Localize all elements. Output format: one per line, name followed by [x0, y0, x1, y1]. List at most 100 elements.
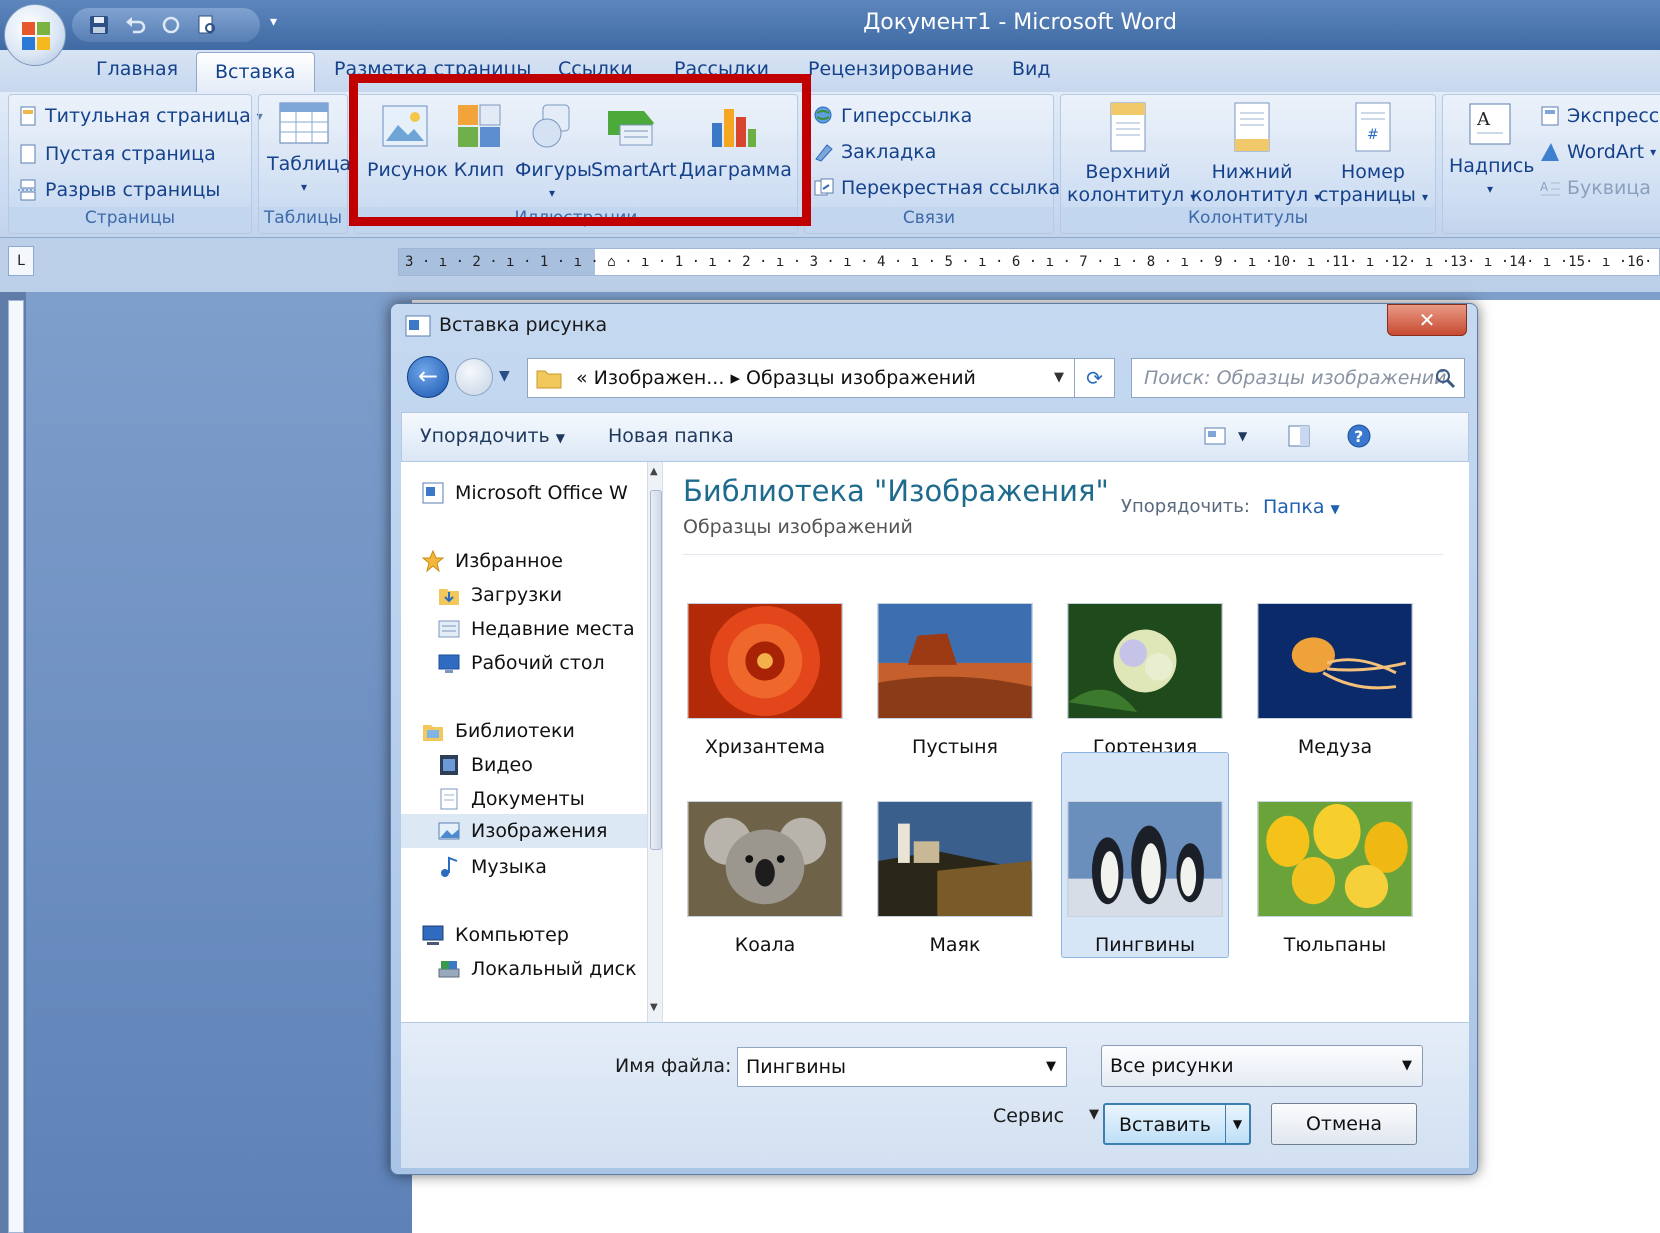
picture-button[interactable]: Рисунок [367, 101, 448, 182]
dropcap-button[interactable]: A Буквица [1539, 177, 1651, 199]
file-item-tulips[interactable]: Тюльпаны [1251, 770, 1419, 958]
nav-item-recent-places[interactable]: Недавние места [437, 612, 635, 646]
office-button[interactable] [4, 4, 66, 66]
ruler-ticks: 3 · ı · 2 · ı · 1 · ı · ⌂ · ı · 1 · ı · … [405, 254, 1653, 270]
nav-item-videos[interactable]: Видео [437, 748, 533, 782]
search-input[interactable]: Поиск: Образцы изображений [1131, 358, 1465, 398]
scroll-up-icon[interactable]: ▲ [650, 466, 658, 477]
search-icon[interactable] [1434, 367, 1456, 389]
close-button[interactable]: ✕ [1387, 304, 1467, 336]
bookmark-button[interactable]: Закладка [813, 141, 936, 163]
nav-item-microsoft-office[interactable]: Microsoft Office W [421, 476, 628, 510]
file-item-hydrangeas[interactable]: Гортензия [1061, 572, 1229, 760]
vertical-ruler[interactable] [8, 300, 24, 1233]
refresh-button[interactable]: ⟳ [1075, 358, 1115, 398]
nav-item-computer[interactable]: Компьютер [421, 918, 569, 952]
save-icon[interactable] [88, 14, 110, 36]
file-item-chrysanthemum[interactable]: Хризантема [681, 572, 849, 760]
tab-view[interactable]: Вид [1012, 58, 1051, 80]
new-folder-button[interactable]: Новая папка [608, 425, 734, 447]
insert-options-dropdown[interactable]: ▼ [1225, 1105, 1249, 1143]
scroll-down-icon[interactable]: ▼ [650, 1002, 658, 1013]
file-type-dropdown-icon[interactable]: ▼ [1402, 1046, 1412, 1086]
breadcrumb-sample-pictures[interactable]: Образцы изображений [746, 367, 976, 389]
nav-item-music[interactable]: Музыка [437, 850, 547, 884]
cross-reference-button[interactable]: Перекрестная ссылка [813, 177, 1060, 199]
hyperlink-button[interactable]: Гиперссылка [813, 105, 972, 127]
change-view-icon[interactable] [1202, 423, 1228, 449]
breadcrumb-pictures[interactable]: Изображен... [594, 367, 725, 389]
table-button[interactable]: Таблица ▾ [267, 101, 351, 199]
breadcrumb-separator[interactable]: ▸ [730, 367, 740, 389]
nav-scrollbar[interactable]: ▲ ▼ [647, 462, 662, 1022]
quick-parts-icon [1541, 106, 1559, 126]
scroll-thumb[interactable] [650, 490, 662, 850]
file-item-koala[interactable]: Коала [681, 770, 849, 958]
print-preview-icon[interactable] [196, 14, 218, 36]
insert-button[interactable]: Вставить ▼ [1103, 1103, 1251, 1145]
file-item-penguins[interactable]: Пингвины [1061, 752, 1229, 958]
blank-page-button[interactable]: Пустая страница [17, 143, 216, 165]
ribbon-tabs: Главная Вставка Разметка страницы Ссылки… [0, 50, 1660, 92]
nav-item-pictures[interactable]: Изображения [401, 814, 647, 848]
tab-review[interactable]: Рецензирование [808, 58, 974, 80]
tab-mailings[interactable]: Рассылки [674, 58, 769, 80]
tools-dropdown-icon[interactable]: ▼ [1089, 1107, 1099, 1122]
filename-dropdown-icon[interactable]: ▼ [1046, 1048, 1056, 1086]
preview-pane-icon[interactable] [1286, 423, 1312, 449]
tab-page-layout[interactable]: Разметка страницы [334, 58, 531, 80]
nav-item-local-disk[interactable]: Локальный диск [437, 952, 637, 986]
tab-insert[interactable]: Вставка [196, 52, 315, 92]
quick-parts-button[interactable]: Экспресс- [1539, 105, 1660, 127]
recent-pages-dropdown[interactable]: ▼ [499, 368, 510, 384]
jellyfish-thumbnail [1257, 603, 1413, 719]
wordart-button[interactable]: WordArt ▾ [1539, 141, 1656, 163]
filename-input[interactable]: Пингвины ▼ [737, 1047, 1067, 1087]
file-content-pane: Библиотека "Изображения" Образцы изображ… [663, 462, 1469, 1022]
nav-item-favorites[interactable]: Избранное [421, 544, 563, 578]
redo-icon[interactable] [160, 14, 182, 36]
help-icon[interactable]: ? [1346, 423, 1372, 449]
cover-page-button[interactable]: Титульная страница▾ [17, 105, 263, 127]
arrange-by-dropdown[interactable]: Папка ▼ [1263, 496, 1340, 518]
cancel-button[interactable]: Отмена [1271, 1103, 1417, 1145]
nav-item-downloads[interactable]: Загрузки [437, 578, 562, 612]
picture-icon [382, 105, 428, 147]
page-break-button[interactable]: Разрыв страницы [17, 179, 220, 201]
forward-button[interactable] [455, 358, 493, 396]
nav-item-libraries[interactable]: Библиотеки [421, 714, 575, 748]
nav-item-documents[interactable]: Документы [437, 782, 585, 816]
smartart-button[interactable]: SmartArt [591, 101, 677, 182]
clip-art-label: Клип [453, 159, 505, 181]
file-caption: Хризантема [704, 736, 826, 758]
horizontal-ruler[interactable]: 3 · ı · 2 · ı · 1 · ı · ⌂ · ı · 1 · ı · … [398, 248, 1660, 276]
file-item-jellyfish[interactable]: Медуза [1251, 572, 1419, 760]
tab-references[interactable]: Ссылки [558, 58, 633, 80]
clip-art-button[interactable]: Клип [451, 101, 507, 182]
tools-button[interactable]: Сервис [993, 1105, 1064, 1127]
back-button[interactable]: ← [407, 356, 449, 398]
nav-label: Недавние места [471, 618, 635, 640]
word-doc-icon [422, 482, 444, 504]
nav-item-desktop[interactable]: Рабочий стол [437, 646, 605, 680]
chart-button[interactable]: Диаграмма [679, 101, 792, 182]
tab-selector[interactable]: L [8, 246, 34, 276]
address-bar[interactable]: « Изображен... ▸ Образцы изображений ▼ [527, 358, 1075, 398]
tab-home[interactable]: Главная [96, 58, 178, 80]
footer-button[interactable]: Нижний колонтитул ▾ [1191, 101, 1320, 209]
file-type-select[interactable]: Все рисунки ▼ [1101, 1045, 1423, 1087]
nav-label: Локальный диск [471, 958, 637, 980]
view-options-dropdown[interactable]: ▼ [1238, 429, 1247, 443]
header-button[interactable]: Верхний колонтитул ▾ [1067, 101, 1196, 209]
organize-button[interactable]: Упорядочить ▼ [420, 425, 565, 447]
customize-qat-icon[interactable]: ▾ [270, 14, 277, 30]
textbox-button[interactable]: A Надпись ▾ [1449, 101, 1534, 201]
page-number-button[interactable]: # Номер страницы ▾ [1317, 101, 1429, 209]
address-dropdown-icon[interactable]: ▼ [1054, 359, 1064, 397]
undo-icon[interactable] [124, 14, 146, 36]
file-item-lighthouse[interactable]: Маяк [871, 770, 1039, 958]
footer-icon [1234, 102, 1270, 152]
star-icon [421, 549, 445, 573]
shapes-button[interactable]: Фигуры ▾ [515, 101, 592, 205]
file-item-desert[interactable]: Пустыня [871, 572, 1039, 760]
